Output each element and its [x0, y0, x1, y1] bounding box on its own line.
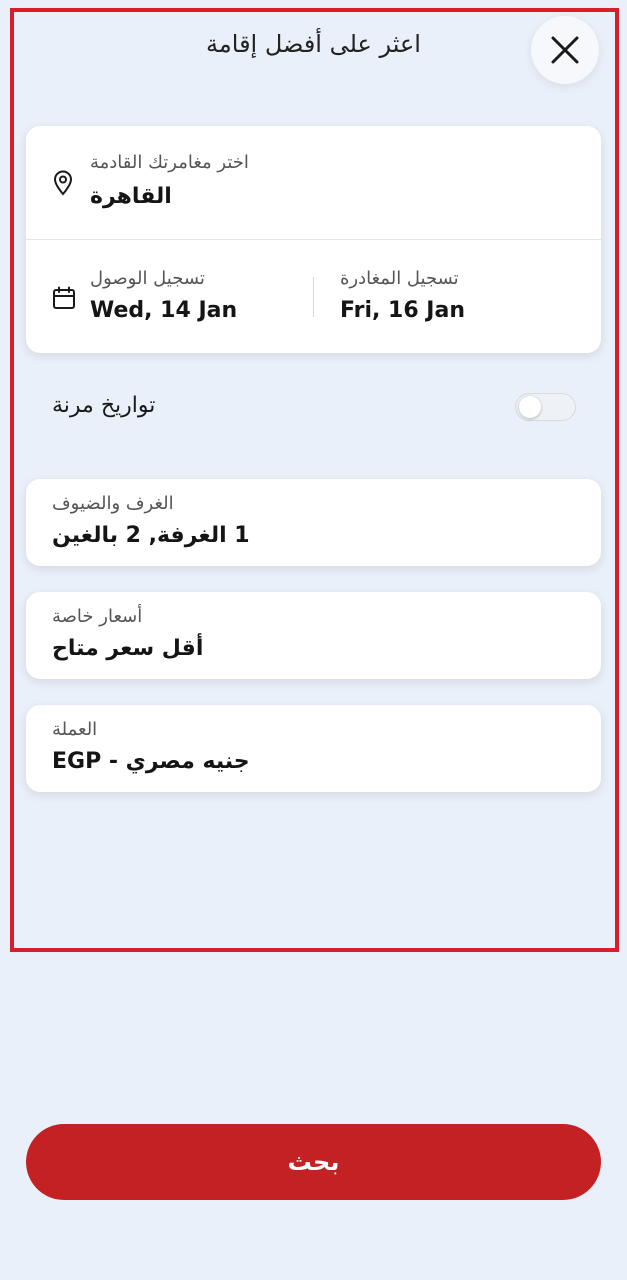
destination-dates-card: اختر مغامرتك القادمة القاهرة تسجيل الوصو… — [26, 126, 601, 353]
currency-label: العملة — [52, 719, 98, 740]
toggle-knob — [519, 396, 541, 418]
close-icon — [551, 36, 579, 64]
close-button[interactable] — [531, 16, 599, 84]
rooms-guests-label: الغرف والضيوف — [52, 493, 174, 514]
flexible-dates-label: تواريخ مرنة — [52, 393, 156, 418]
special-rates-field[interactable]: أسعار خاصة أقل سعر متاح — [26, 592, 601, 679]
destination-value: القاهرة — [90, 184, 172, 209]
location-pin-icon — [53, 170, 73, 196]
checkin-date[interactable]: Wed, 14 Jan — [90, 298, 237, 323]
stay-search-screen: اعثر على أفضل إقامة اختر مغامرتك القادمة… — [0, 0, 627, 1280]
checkout-date[interactable]: Fri, 16 Jan — [340, 298, 465, 323]
flexible-dates-toggle[interactable] — [515, 393, 576, 421]
destination-label: اختر مغامرتك القادمة — [90, 152, 249, 173]
currency-value: جنيه مصري - EGP — [52, 749, 250, 774]
rooms-guests-value: 1 الغرفة, 2 بالغين — [52, 523, 250, 548]
special-rates-label: أسعار خاصة — [52, 606, 143, 627]
destination-field[interactable]: اختر مغامرتك القادمة القاهرة — [26, 126, 601, 240]
search-button[interactable]: بحث — [26, 1124, 601, 1200]
checkin-label[interactable]: تسجيل الوصول — [90, 268, 205, 289]
date-separator — [313, 277, 314, 317]
currency-field[interactable]: العملة جنيه مصري - EGP — [26, 705, 601, 792]
rooms-guests-field[interactable]: الغرف والضيوف 1 الغرفة, 2 بالغين — [26, 479, 601, 566]
calendar-icon — [53, 286, 75, 309]
checkout-label[interactable]: تسجيل المغادرة — [340, 268, 459, 289]
card-divider — [26, 239, 601, 240]
special-rates-value: أقل سعر متاح — [52, 636, 204, 661]
